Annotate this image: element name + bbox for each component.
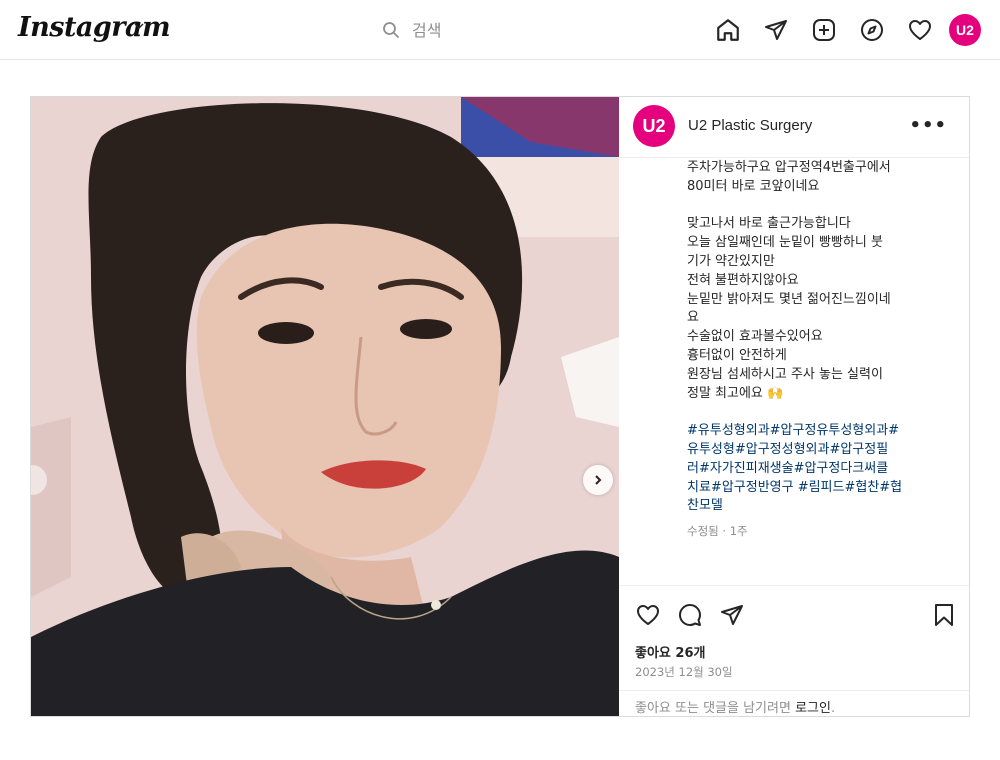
activity-heart-icon[interactable] <box>904 14 936 46</box>
post-date: 2023년 12월 30일 <box>635 665 733 679</box>
hashtag-link[interactable]: 유투성형#압구정성형외과#압구정필 <box>687 441 949 460</box>
explore-compass-icon[interactable] <box>856 14 888 46</box>
chevron-down-icon[interactable] <box>133 20 145 32</box>
caption-line: 80미터 바로 코앞이네요 <box>687 178 820 194</box>
post-caption: 주차가능하구요 압구정역4번출구에서 80미터 바로 코앞이네요 맞고나서 바로… <box>687 159 949 584</box>
post-photo[interactable] <box>31 97 619 716</box>
share-icon[interactable] <box>719 602 745 628</box>
login-prompt-bar: 좋아요 또는 댓글을 남기려면 로그인. <box>619 690 969 716</box>
like-heart-icon[interactable] <box>635 602 661 628</box>
search-icon <box>383 22 399 38</box>
profile-avatar-logo: U2 <box>949 14 981 46</box>
caption-line: 수술없이 효과볼수있어요 <box>687 329 823 345</box>
hashtag-link[interactable]: #유투성형외과#압구정유투성형외과# <box>687 422 949 441</box>
hashtag-link[interactable]: 러#자가진피재생술#압구정다크써클 <box>687 460 949 479</box>
post-actions: 좋아요 26개 2023년 12월 30일 좋아요 또는 댓글을 남기려면 로그… <box>619 585 969 716</box>
like-count[interactable]: 좋아요 26개 <box>635 642 705 661</box>
caption-line: 정말 최고에요 🙌 <box>687 385 784 401</box>
post-card: U2 U2 Plastic Surgery ••• 주차가능하구요 압구정역4번… <box>30 96 970 717</box>
chevron-right-icon <box>595 475 602 485</box>
home-icon[interactable] <box>712 14 744 46</box>
edited-timestamp: 수정됨 · 1주 <box>687 524 748 539</box>
carousel-next-button[interactable] <box>583 465 613 495</box>
hashtag-link[interactable]: 찬모델 <box>687 497 949 516</box>
post-side-panel: U2 U2 Plastic Surgery ••• 주차가능하구요 압구정역4번… <box>619 97 969 716</box>
post-header: U2 U2 Plastic Surgery ••• <box>619 97 969 158</box>
login-prompt-text: 좋아요 또는 댓글을 남기려면 <box>635 701 791 716</box>
account-username[interactable]: U2 Plastic Surgery <box>688 117 812 134</box>
new-post-icon[interactable] <box>808 14 840 46</box>
caption-line: 원장님 섬세하시고 주사 놓는 실력이 <box>687 366 883 382</box>
top-navigation-bar: Instagram U2 <box>0 0 1000 60</box>
profile-avatar[interactable]: U2 <box>949 14 981 46</box>
caption-line: 맞고나서 바로 출근가능합니다 <box>687 216 851 232</box>
direct-message-icon[interactable] <box>760 14 792 46</box>
save-bookmark-icon[interactable] <box>931 602 957 628</box>
account-avatar[interactable]: U2 <box>633 105 675 147</box>
caption-line: 오늘 삼일째인데 눈밑이 빵빵하니 붓 <box>687 235 883 251</box>
login-prompt-suffix: . <box>830 701 836 716</box>
caption-line: 주차가능하구요 압구정역4번출구에서 <box>687 160 891 175</box>
more-options-icon[interactable]: ••• <box>909 115 947 136</box>
search-bar[interactable] <box>374 14 642 46</box>
caption-line: 요 <box>687 310 699 326</box>
instagram-logo[interactable]: Instagram <box>18 12 171 43</box>
search-input[interactable] <box>412 20 612 40</box>
caption-line: 기가 약간있지만 <box>687 253 775 269</box>
caption-line: 눈밑만 밝아져도 몇년 젊어진느낌이네 <box>687 291 891 307</box>
hashtag-link[interactable]: 치료#압구정반영구 #림피드#협찬#협 <box>687 479 949 498</box>
caption-line: 흉터없이 안전하게 <box>687 347 787 363</box>
login-link[interactable]: 로그인 <box>795 701 831 716</box>
selfie-image <box>31 97 619 716</box>
caption-line: 전혀 불편하지않아요 <box>687 272 799 288</box>
comment-icon[interactable] <box>677 602 703 628</box>
